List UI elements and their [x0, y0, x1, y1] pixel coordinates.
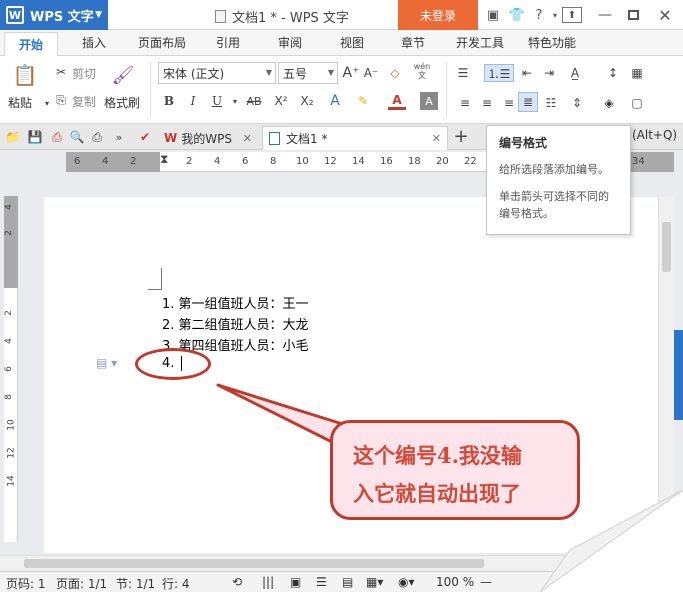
- callout-line: 这个编号4.我没输: [353, 443, 522, 468]
- callout-line: 入它就自动出现了: [353, 481, 521, 506]
- tooltip-text: 编号格式。: [499, 207, 554, 220]
- tooltip-title: 编号格式: [499, 136, 548, 150]
- page-curl-graphic: [540, 490, 683, 592]
- tooltip-text: 单击箭头可选择不同的: [499, 190, 609, 203]
- tooltip: 编号格式 给所选段落添加编号。 单击箭头可选择不同的 编号格式。: [486, 125, 631, 235]
- tooltip-shortcut: (Alt+Q): [632, 128, 678, 142]
- tooltip-text: 给所选段落添加编号。: [499, 163, 609, 176]
